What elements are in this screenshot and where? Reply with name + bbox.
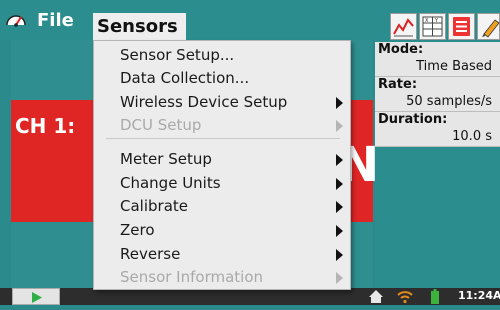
menu-item-label: Wireless Device Setup (120, 93, 288, 111)
menu-item-label: Meter Setup (120, 150, 212, 168)
menu-item-wireless-device-setup[interactable]: Wireless Device Setup (120, 91, 352, 114)
channel-label: CH 1: (15, 114, 76, 138)
menu-item-sensor-setup[interactable]: Sensor Setup... (120, 44, 352, 67)
sensors-dropdown-menu: Sensor Setup... Data Collection... Wirel… (93, 40, 351, 290)
menu-item-label: Calibrate (120, 197, 188, 215)
menu-item-label: Data Collection... (120, 69, 250, 87)
home-icon[interactable] (368, 289, 384, 304)
submenu-arrow-icon (336, 97, 343, 109)
rate-value: 50 samples/s (406, 94, 492, 109)
menu-file[interactable]: File (37, 8, 74, 34)
menu-item-label: Zero (120, 221, 155, 239)
battery-icon (431, 289, 439, 304)
menu-item-label: Change Units (120, 174, 221, 192)
play-icon (32, 292, 42, 303)
status-bar: 11:24A (0, 288, 500, 305)
menu-bar: File Sensors X Y (0, 0, 500, 40)
collection-info-panel: Mode: Time Based Rate: 50 samples/s Dura… (375, 40, 500, 288)
menu-sensors[interactable]: Sensors (93, 13, 186, 40)
wifi-icon (397, 291, 413, 304)
menu-item-calibrate[interactable]: Calibrate (120, 195, 352, 218)
submenu-arrow-icon (336, 225, 343, 237)
collect-button[interactable] (12, 288, 60, 305)
list-icon[interactable] (448, 13, 475, 40)
menu-item-dcu-setup: DCU Setup (120, 114, 352, 137)
submenu-arrow-icon (336, 154, 343, 166)
gauge-icon[interactable] (4, 8, 28, 32)
menu-item-change-units[interactable]: Change Units (120, 172, 352, 195)
rate-title: Rate: (378, 77, 418, 92)
menu-item-zero[interactable]: Zero (120, 219, 352, 242)
submenu-arrow-icon (336, 120, 343, 132)
submenu-arrow-icon (336, 249, 343, 261)
pencil-icon[interactable] (477, 13, 500, 40)
menu-item-label: DCU Setup (120, 116, 202, 134)
menu-item-label: Sensor Setup... (120, 46, 235, 64)
menu-item-reverse[interactable]: Reverse (120, 243, 352, 266)
mode-title: Mode: (378, 42, 424, 57)
clock: 11:24A (458, 289, 500, 302)
mode-box[interactable]: Mode: Time Based (375, 42, 500, 77)
menu-item-label: Sensor Information (120, 268, 264, 286)
graph-icon[interactable] (390, 13, 417, 40)
submenu-arrow-icon (336, 178, 343, 190)
menu-item-meter-setup[interactable]: Meter Setup (120, 148, 352, 171)
table-icon[interactable]: X Y (419, 13, 446, 40)
menu-item-label: Reverse (120, 245, 181, 263)
mode-value: Time Based (416, 59, 492, 74)
duration-value: 10.0 s (452, 129, 492, 144)
rate-box[interactable]: Rate: 50 samples/s (375, 77, 500, 112)
submenu-arrow-icon (336, 272, 343, 284)
menu-divider (106, 138, 340, 139)
menu-item-data-collection[interactable]: Data Collection... (120, 67, 352, 90)
svg-text:X: X (425, 18, 429, 24)
duration-box[interactable]: Duration: 10.0 s (375, 112, 500, 147)
menu-item-sensor-information: Sensor Information (120, 266, 352, 289)
duration-title: Duration: (378, 112, 448, 127)
submenu-arrow-icon (336, 201, 343, 213)
